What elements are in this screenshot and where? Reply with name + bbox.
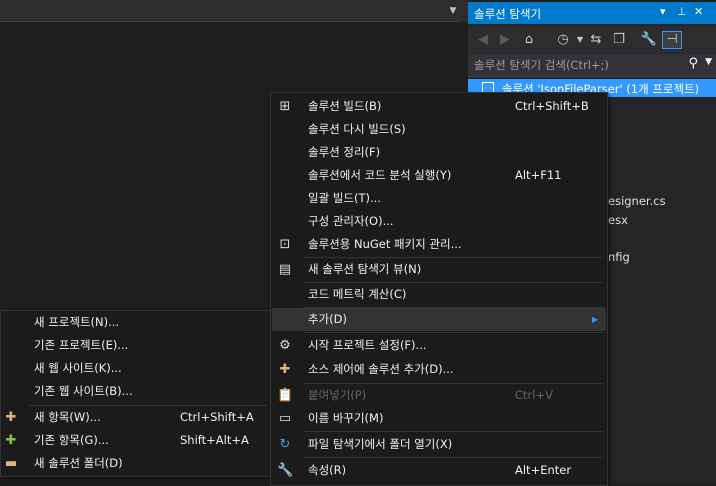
menu-item-label: 솔루션에서 코드 분석 실행(Y) — [308, 168, 452, 182]
menu-item-rename[interactable]: ▭ 이름 바꾸기(M) — [271, 407, 607, 430]
existing-item-icon: ✚ — [5, 433, 17, 448]
pin-icon[interactable]: ⊥ — [677, 5, 687, 18]
menu-item-label: 새 프로젝트(N)... — [34, 315, 120, 329]
menu-item-rebuild-solution[interactable]: 솔루션 다시 빌드(S) — [271, 118, 607, 141]
menu-item-label: 솔루션 다시 빌드(S) — [308, 122, 406, 136]
menu-item-label: 솔루션용 NuGet 패키지 관리... — [308, 237, 462, 251]
menu-item-clean-solution[interactable]: 솔루션 정리(F) — [271, 141, 607, 164]
history-icon[interactable]: ◷ — [554, 31, 572, 49]
menu-item-new-item[interactable]: ✚ 새 항목(W)... Ctrl+Shift+A — [1, 406, 271, 429]
nuget-icon: ⊡ — [279, 237, 291, 252]
search-icon[interactable]: ⚲ — [688, 56, 698, 71]
menu-item-existing-project[interactable]: 기존 프로젝트(E)... — [1, 334, 271, 357]
menu-item-paste[interactable]: 📋 붙여넣기(P) Ctrl+V — [271, 384, 607, 407]
menu-item-add[interactable]: 추가(D) ▶ — [272, 308, 606, 331]
menu-item-manage-nuget[interactable]: ⊡ 솔루션용 NuGet 패키지 관리... — [271, 233, 607, 256]
tree-item[interactable]: esx — [608, 213, 628, 227]
menu-item-shortcut: Ctrl+V — [515, 388, 553, 402]
menu-item-shortcut: Ctrl+Shift+A — [180, 410, 254, 424]
menu-separator — [303, 332, 603, 333]
editor-tab-bar — [0, 0, 468, 22]
menu-item-existing-website[interactable]: 기존 웹 사이트(B)... — [1, 380, 271, 403]
panel-title: 솔루션 탐색기 — [474, 7, 542, 21]
menu-item-open-folder[interactable]: ↻ 파일 탐색기에서 폴더 열기(X) — [271, 433, 607, 456]
menu-item-code-metrics[interactable]: 코드 메트릭 계산(C) — [271, 283, 607, 306]
home-icon[interactable]: ⌂ — [520, 31, 538, 49]
close-icon[interactable]: ✕ — [694, 5, 703, 18]
solution-explorer-toolbar: ◀ ▶ ⌂ ◷ ▼ ⇆ ❐ 🔧 ⊣ — [468, 26, 716, 53]
tree-item[interactable]: esigner.cs — [608, 194, 666, 208]
solution-explorer-title-bar: 솔루션 탐색기 ▾ ⊥ ✕ — [468, 2, 716, 24]
chevron-down-icon[interactable]: ▼ — [448, 6, 458, 16]
menu-item-build-solution[interactable]: ⊞ 솔루션 빌드(B) Ctrl+Shift+B — [271, 95, 607, 118]
menu-item-label: 새 웹 사이트(K)... — [34, 361, 122, 375]
refresh-arrow-icon: ↻ — [279, 437, 291, 452]
window-position-icon[interactable]: ▾ — [660, 5, 666, 18]
editor-divider — [0, 21, 460, 22]
rename-icon: ▭ — [278, 411, 292, 426]
new-item-icon: ✚ — [5, 410, 17, 425]
chevron-down-icon[interactable]: ▼ — [705, 57, 712, 67]
menu-item-properties[interactable]: 🔧 속성(R) Alt+Enter — [271, 459, 607, 482]
menu-item-label: 붙여넣기(P) — [308, 388, 367, 402]
wrench-icon[interactable]: 🔧 — [640, 31, 658, 49]
menu-item-label: 솔루션 빌드(B) — [308, 99, 382, 113]
menu-item-new-solution-folder[interactable]: ▬ 새 솔루션 폴더(D) — [1, 452, 271, 475]
menu-item-label: 구성 관리자(O)... — [308, 214, 394, 228]
source-control-icon: ✚ — [279, 362, 291, 377]
menu-item-label: 파일 탐색기에서 폴더 열기(X) — [308, 437, 453, 451]
build-icon: ⊞ — [279, 99, 291, 114]
forward-icon[interactable]: ▶ — [496, 31, 514, 49]
menu-item-shortcut: Ctrl+Shift+B — [515, 99, 589, 113]
menu-item-set-startup-projects[interactable]: ⚙ 시작 프로젝트 설정(F)... — [271, 334, 607, 357]
folder-icon: ▬ — [4, 456, 18, 471]
menu-item-new-explorer-view[interactable]: ▤ 새 솔루션 탐색기 뷰(N) — [271, 258, 607, 281]
menu-item-shortcut: Alt+Enter — [515, 463, 572, 477]
menu-item-label: 이름 바꾸기(M) — [308, 411, 384, 425]
preview-icon[interactable]: ⊣ — [662, 31, 682, 49]
solution-context-menu: ⊞ 솔루션 빌드(B) Ctrl+Shift+B 솔루션 다시 빌드(S) 솔루… — [270, 92, 608, 486]
gear-icon: ⚙ — [279, 338, 291, 353]
menu-item-existing-item[interactable]: ✚ 기존 항목(G)... Shift+Alt+A — [1, 429, 271, 452]
menu-item-shortcut: Shift+Alt+A — [180, 433, 249, 447]
tree-item[interactable]: nfig — [608, 250, 630, 264]
menu-item-label: 새 솔루션 탐색기 뷰(N) — [308, 262, 422, 276]
menu-item-new-project[interactable]: 새 프로젝트(N)... — [1, 311, 271, 334]
menu-item-label: 새 솔루션 폴더(D) — [34, 456, 123, 470]
menu-item-configuration-manager[interactable]: 구성 관리자(O)... — [271, 210, 607, 233]
menu-item-new-website[interactable]: 새 웹 사이트(K)... — [1, 357, 271, 380]
menu-item-add-to-source-control[interactable]: ✚ 소스 제어에 솔루션 추가(D)... — [271, 358, 607, 381]
menu-item-label: 소스 제어에 솔루션 추가(D)... — [308, 362, 454, 376]
menu-item-label: 기존 프로젝트(E)... — [34, 338, 129, 352]
collapse-all-icon[interactable]: ❐ — [610, 31, 628, 49]
menu-item-label: 새 항목(W)... — [34, 410, 101, 424]
menu-item-label: 솔루션 정리(F) — [308, 145, 381, 159]
add-submenu: 새 프로젝트(N)... 기존 프로젝트(E)... 새 웹 사이트(K)...… — [0, 310, 272, 477]
sync-icon[interactable]: ⇆ — [587, 31, 605, 49]
submenu-arrow-icon: ▶ — [591, 315, 598, 324]
menu-item-run-code-analysis[interactable]: 솔루션에서 코드 분석 실행(Y) Alt+F11 — [271, 164, 607, 187]
menu-separator — [303, 431, 603, 432]
menu-item-label: 추가(D) — [308, 312, 347, 326]
menu-item-label: 속성(R) — [308, 463, 347, 477]
search-input[interactable]: 솔루션 탐색기 검색(Ctrl+;) — [474, 57, 609, 73]
menu-item-batch-build[interactable]: 일괄 빌드(T)... — [271, 187, 607, 210]
menu-separator — [303, 457, 603, 458]
wrench-icon: 🔧 — [277, 463, 294, 478]
back-icon[interactable]: ◀ — [474, 31, 492, 49]
paste-icon: 📋 — [277, 388, 294, 403]
search-box[interactable]: 솔루션 탐색기 검색(Ctrl+;) ⚲ ▼ — [468, 54, 716, 77]
new-view-icon: ▤ — [278, 262, 292, 277]
menu-item-label: 시작 프로젝트 설정(F)... — [308, 338, 427, 352]
menu-item-label: 기존 항목(G)... — [34, 433, 109, 447]
menu-item-label: 코드 메트릭 계산(C) — [308, 287, 407, 301]
menu-item-label: 일괄 빌드(T)... — [308, 191, 381, 205]
menu-item-label: 기존 웹 사이트(B)... — [34, 384, 133, 398]
menu-item-shortcut: Alt+F11 — [515, 168, 562, 182]
